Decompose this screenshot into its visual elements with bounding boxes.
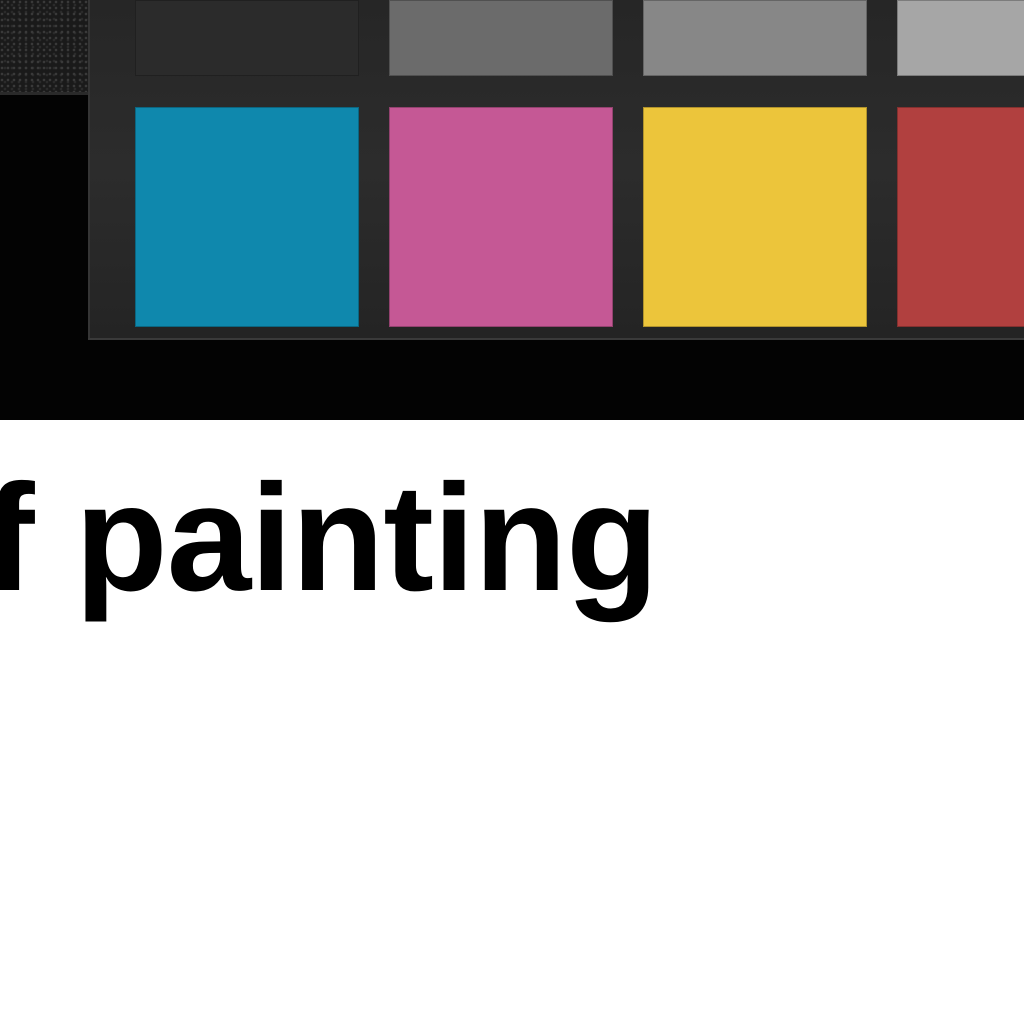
color-checker-card [88, 0, 1024, 340]
swatch-top-2 [643, 0, 867, 76]
page: f painting [0, 0, 1024, 1024]
swatch-bottom-1 [389, 107, 613, 327]
swatch-bottom-2 [643, 107, 867, 327]
swatch-bottom-3 [897, 107, 1024, 327]
page-heading: f painting [0, 453, 659, 623]
swatch-top-1 [389, 0, 613, 76]
swatch-top-3 [897, 0, 1024, 76]
swatch-top-0 [135, 0, 359, 76]
velcro-strip [0, 0, 88, 95]
swatch-bottom-0 [135, 107, 359, 327]
color-checker-photo [0, 0, 1024, 420]
